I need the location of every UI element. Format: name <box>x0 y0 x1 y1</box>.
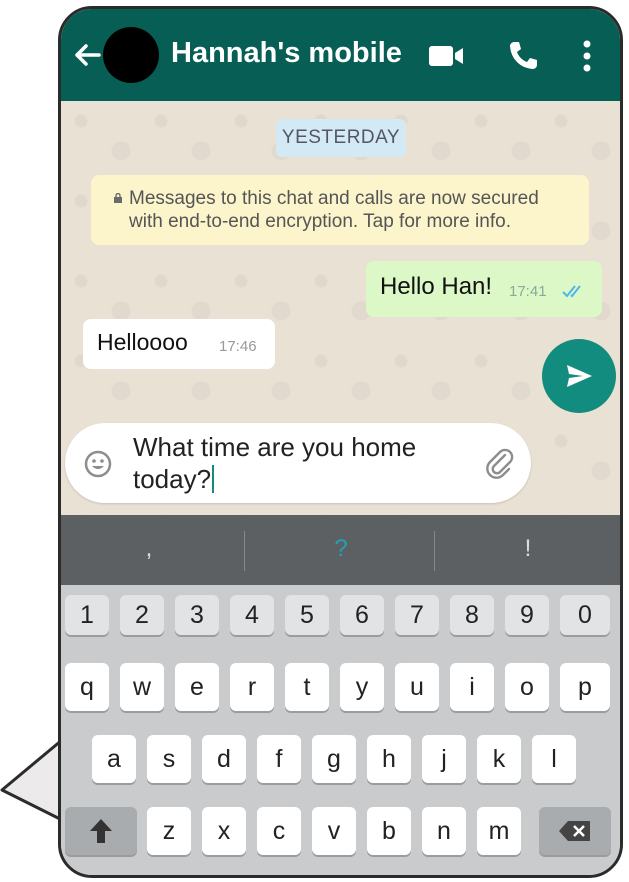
key-x[interactable]: x <box>202 807 246 855</box>
key-c[interactable]: c <box>257 807 301 855</box>
key-6[interactable]: 6 <box>340 595 384 635</box>
divider <box>244 531 245 571</box>
suggestion-bar: , ? ! <box>61 515 620 585</box>
suggestion-exclaim[interactable]: ! <box>498 535 558 563</box>
emoji-icon[interactable] <box>83 449 113 479</box>
key-f[interactable]: f <box>257 735 301 783</box>
video-camera-icon[interactable] <box>427 43 467 69</box>
encryption-notice-text: Messages to this chat and calls are now … <box>129 188 539 232</box>
send-icon <box>567 365 592 387</box>
phone-icon[interactable] <box>507 39 539 71</box>
key-w[interactable]: w <box>120 663 164 711</box>
key-m[interactable]: m <box>477 807 521 855</box>
message-text: Helloooo <box>97 329 188 355</box>
key-s[interactable]: s <box>147 735 191 783</box>
key-o[interactable]: o <box>505 663 549 711</box>
key-u[interactable]: u <box>395 663 439 711</box>
incoming-message-bubble[interactable]: Helloooo 17:46 <box>83 319 275 369</box>
chat-header: Hannah's mobile <box>61 9 620 101</box>
key-5[interactable]: 5 <box>285 595 329 635</box>
shift-key[interactable] <box>65 807 137 855</box>
divider <box>434 531 435 571</box>
key-v[interactable]: v <box>312 807 356 855</box>
key-n[interactable]: n <box>422 807 466 855</box>
key-j[interactable]: j <box>422 735 466 783</box>
key-8[interactable]: 8 <box>450 595 494 635</box>
key-q[interactable]: q <box>65 663 109 711</box>
shift-arrow-icon <box>90 819 112 843</box>
backspace-key[interactable] <box>539 807 611 855</box>
outgoing-message-bubble[interactable]: Hello Han! 17:41 <box>366 261 602 317</box>
key-a[interactable]: a <box>92 735 136 783</box>
key-d[interactable]: d <box>202 735 246 783</box>
key-7[interactable]: 7 <box>395 595 439 635</box>
key-g[interactable]: g <box>312 735 356 783</box>
message-time: 17:46 <box>219 338 257 355</box>
message-time: 17:41 <box>509 283 547 300</box>
key-0[interactable]: 0 <box>560 595 610 635</box>
key-3[interactable]: 3 <box>175 595 219 635</box>
keyboard: 1 2 3 4 5 6 7 8 9 0 q w e r t y u i o p … <box>61 585 620 875</box>
key-i[interactable]: i <box>450 663 494 711</box>
key-e[interactable]: e <box>175 663 219 711</box>
text-cursor <box>212 465 215 493</box>
double-check-read-icon <box>562 285 581 298</box>
key-2[interactable]: 2 <box>120 595 164 635</box>
key-l[interactable]: l <box>532 735 576 783</box>
contact-name[interactable]: Hannah's mobile <box>171 37 402 70</box>
key-r[interactable]: r <box>230 663 274 711</box>
message-text: Hello Han! <box>380 273 493 300</box>
avatar[interactable] <box>103 27 159 83</box>
key-1[interactable]: 1 <box>65 595 109 635</box>
phone-screen: Hannah's mobile YESTERDAY Messages to th… <box>58 6 623 878</box>
key-9[interactable]: 9 <box>505 595 549 635</box>
arrow-left-icon[interactable] <box>67 35 107 75</box>
paperclip-icon[interactable] <box>485 447 515 481</box>
encryption-notice[interactable]: Messages to this chat and calls are now … <box>91 175 589 245</box>
suggestion-comma[interactable]: , <box>119 535 179 563</box>
date-chip: YESTERDAY <box>276 119 406 157</box>
more-vertical-icon[interactable] <box>581 39 593 73</box>
message-input[interactable]: What time are you home today? <box>65 423 531 503</box>
key-z[interactable]: z <box>147 807 191 855</box>
key-4[interactable]: 4 <box>230 595 274 635</box>
key-y[interactable]: y <box>340 663 384 711</box>
key-t[interactable]: t <box>285 663 329 711</box>
backspace-icon <box>559 821 590 841</box>
chat-area: YESTERDAY Messages to this chat and call… <box>61 101 620 515</box>
key-p[interactable]: p <box>560 663 610 711</box>
lock-icon <box>114 193 122 203</box>
send-button[interactable] <box>542 339 616 413</box>
key-b[interactable]: b <box>367 807 411 855</box>
key-h[interactable]: h <box>367 735 411 783</box>
suggestion-question[interactable]: ? <box>311 535 371 563</box>
composer-text: What time are you home today? <box>133 432 417 494</box>
key-k[interactable]: k <box>477 735 521 783</box>
